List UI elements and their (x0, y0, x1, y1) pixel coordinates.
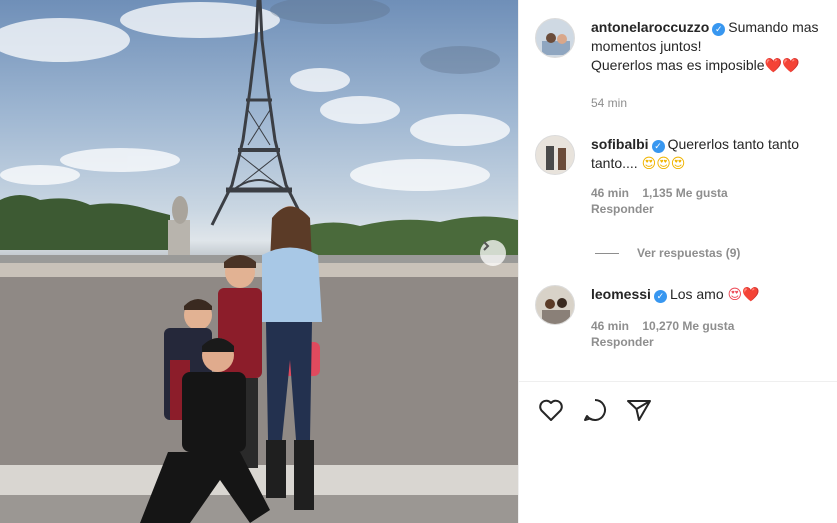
verified-icon: ✓ (651, 140, 665, 153)
post-time[interactable]: 54 min (591, 94, 837, 113)
next-arrow-icon (483, 241, 490, 251)
username-link[interactable]: antonelaroccuzzo (591, 19, 709, 35)
caption-body: antonelaroccuzzo ✓ Sumando mas momentos ju… (591, 18, 837, 113)
verified-icon: ✓ (712, 23, 726, 36)
comment-body: sofibalbi ✓ Quererlos tanto tanto tanto...… (591, 135, 837, 217)
comment-icon (584, 399, 606, 421)
avatar[interactable] (535, 18, 575, 58)
post-photo (0, 0, 518, 523)
view-replies-label: Ver respuestas (9) (637, 246, 741, 260)
comments-panel: antonelaroccuzzo ✓ Sumando mas momentos ju… (518, 0, 837, 523)
avatar-image (536, 136, 574, 174)
comment-button[interactable] (581, 396, 609, 424)
reply-button[interactable]: Responder (591, 201, 837, 217)
heart-icon (539, 399, 563, 421)
view-replies-line (595, 252, 619, 254)
caption-text-3: Quererlos mas es imposible (591, 57, 765, 73)
comment-time[interactable]: 46 min (591, 319, 629, 333)
caption-emoji: ❤️❤️ (764, 57, 800, 73)
share-icon (627, 400, 651, 421)
verified-icon: ✓ (653, 290, 667, 303)
share-button[interactable] (625, 396, 653, 424)
photo-scene (0, 0, 518, 523)
caption-text-1: Sumando mas (728, 19, 819, 35)
like-button[interactable] (537, 396, 565, 424)
comment-body: leomessi ✓ Los amo 😍❤️ 46 min 10,270 Me gu… (591, 285, 837, 350)
comment-emoji: 😍😍😍 (641, 155, 686, 171)
comment-emoji: 😍❤️ (727, 286, 760, 302)
view-replies-button[interactable]: Ver respuestas (9) (595, 246, 740, 260)
divider (519, 381, 837, 382)
username-link[interactable]: leomessi (591, 286, 651, 302)
comment-text: Quererlos tanto tanto (667, 136, 800, 152)
next-photo-button[interactable] (480, 240, 506, 266)
avatar-image (536, 286, 574, 324)
avatar[interactable] (535, 285, 575, 325)
comment-likes[interactable]: 10,270 Me gusta (642, 319, 734, 333)
reply-button[interactable]: Responder (591, 334, 837, 350)
caption-text-2: momentos juntos! (591, 38, 702, 54)
comment-text: Los amo (669, 286, 724, 302)
action-bar (537, 396, 653, 424)
comment-likes[interactable]: 1,135 Me gusta (642, 186, 727, 200)
username-link[interactable]: sofibalbi (591, 136, 649, 152)
avatar-image (536, 19, 574, 57)
comment-time[interactable]: 46 min (591, 186, 629, 200)
comment-text-2: tanto.... (591, 155, 638, 171)
avatar[interactable] (535, 135, 575, 175)
